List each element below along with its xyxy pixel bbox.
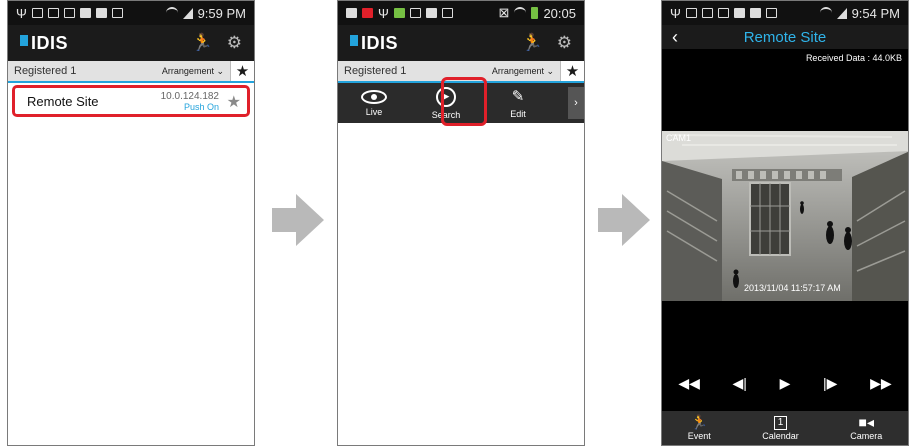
idis-logo: IDIS <box>350 33 398 54</box>
mail-icon <box>47 8 59 18</box>
play-icon[interactable]: ▶ <box>780 375 791 392</box>
app-icon <box>362 8 373 18</box>
playback-title: Remote Site <box>743 28 827 46</box>
fast-forward-icon[interactable]: ▶▶ <box>870 375 892 392</box>
pencil-icon: ✎ <box>511 87 525 105</box>
status-time: 20:05 <box>543 5 576 21</box>
station-camera-image <box>662 131 908 301</box>
playback-header: ‹ Remote Site <box>662 25 908 49</box>
calendar-icon: 1 <box>773 415 788 430</box>
app-icon <box>346 8 357 18</box>
arrangement-dropdown[interactable]: Arrangement ⌄ <box>492 66 560 77</box>
mail-icon <box>63 8 75 18</box>
site-ip: 10.0.124.182 <box>160 90 219 102</box>
step-forward-icon[interactable]: |▶ <box>823 375 837 392</box>
status-bar: Ψ 9:54 PM <box>662 1 908 25</box>
usb-icon: Ψ <box>670 5 681 21</box>
app-icon <box>79 8 91 18</box>
download-icon <box>111 8 123 18</box>
app-icon <box>95 8 107 18</box>
playback-controls: ◀◀ ◀| ▶ |▶ ▶▶ <box>662 375 908 392</box>
camera-label: CAM1 <box>666 133 692 143</box>
event-runner-icon[interactable]: 🏃 <box>192 33 213 53</box>
mail-icon <box>717 8 729 18</box>
battery-icon <box>531 7 539 19</box>
status-time: 9:59 PM <box>197 5 246 21</box>
site-list-header: Registered 1 Arrangement ⌄ ★ <box>8 61 254 83</box>
favorite-star-icon[interactable]: ★ <box>227 92 241 112</box>
status-bar: Ψ ⊠ 20:05 <box>338 1 584 25</box>
app-header: IDIS 🏃 ⚙ <box>338 25 584 61</box>
toolbar-next-button[interactable]: › <box>568 87 584 119</box>
tutorial-stage: Ψ 9:59 PM IDIS 🏃 ⚙ Registered 1 Arrangem… <box>0 0 912 448</box>
video-camera-icon: ■◂ <box>858 414 874 430</box>
step-arrow-icon <box>598 194 650 246</box>
usb-icon: Ψ <box>378 5 389 21</box>
video-timestamp: 2013/11/04 11:57:17 AM <box>744 283 841 293</box>
favorites-star-icon[interactable]: ★ <box>230 61 254 81</box>
app-icon <box>733 8 745 18</box>
status-bar: Ψ 9:59 PM <box>8 1 254 25</box>
image-icon <box>31 8 43 18</box>
image-icon <box>409 8 421 18</box>
wifi-icon <box>165 7 178 19</box>
settings-gear-icon[interactable]: ⚙ <box>557 33 572 53</box>
app-icon <box>425 8 437 18</box>
phone-screen-playback: Ψ 9:54 PM ‹ Remote Site Received Data : … <box>661 0 909 446</box>
settings-gear-icon[interactable]: ⚙ <box>227 33 242 53</box>
app-icon <box>749 8 761 18</box>
app-header: IDIS 🏃 ⚙ <box>8 25 254 61</box>
mail-icon <box>701 8 713 18</box>
usb-icon: Ψ <box>16 5 27 21</box>
signal-icon <box>182 7 193 19</box>
android-icon <box>393 8 405 18</box>
registered-count: Registered 1 <box>344 65 407 77</box>
site-name: Remote Site <box>27 93 99 109</box>
camera-video-feed[interactable]: CAM1 2013/11/04 11:57:17 AM <box>662 131 908 301</box>
camera-button[interactable]: ■◂ Camera <box>850 414 882 442</box>
wifi-icon <box>819 7 832 19</box>
search-highlight <box>441 77 487 126</box>
step-arrow-icon <box>272 194 324 246</box>
event-button[interactable]: 🏃 Event <box>688 414 711 442</box>
mute-icon: ⊠ <box>498 5 510 20</box>
notification-icons: Ψ <box>16 6 123 21</box>
event-runner-icon[interactable]: 🏃 <box>522 33 543 53</box>
fast-rewind-icon[interactable]: ◀◀ <box>678 375 700 392</box>
phone-screen-site-menu: Ψ ⊠ 20:05 IDIS 🏃 ⚙ Registered 1 Arrangem… <box>337 0 585 446</box>
favorites-star-icon[interactable]: ★ <box>560 61 584 81</box>
calendar-button[interactable]: 1 Calendar <box>762 415 799 441</box>
arrangement-dropdown[interactable]: Arrangement ⌄ <box>162 66 230 77</box>
received-data-label: Received Data : 44.0KB <box>805 53 902 63</box>
download-icon <box>765 8 777 18</box>
live-button[interactable]: Live <box>338 89 410 117</box>
eye-icon <box>361 89 387 104</box>
edit-button[interactable]: ✎ Edit <box>482 88 554 119</box>
site-list-item-remote-site[interactable]: Remote Site 10.0.124.182 Push On ★ <box>12 85 250 117</box>
signal-icon <box>836 7 847 19</box>
phone-screen-site-list: Ψ 9:59 PM IDIS 🏃 ⚙ Registered 1 Arrangem… <box>7 0 255 446</box>
push-status: Push On <box>183 101 219 112</box>
runner-icon: 🏃 <box>690 414 708 430</box>
step-back-icon[interactable]: ◀| <box>733 375 747 392</box>
wifi-icon <box>514 7 527 19</box>
playback-bottom-bar: 🏃 Event 1 Calendar ■◂ Camera <box>662 411 908 445</box>
idis-logo: IDIS <box>20 33 68 54</box>
registered-count: Registered 1 <box>14 65 77 77</box>
mail-icon <box>441 8 453 18</box>
image-icon <box>685 8 697 18</box>
status-time: 9:54 PM <box>851 5 900 21</box>
